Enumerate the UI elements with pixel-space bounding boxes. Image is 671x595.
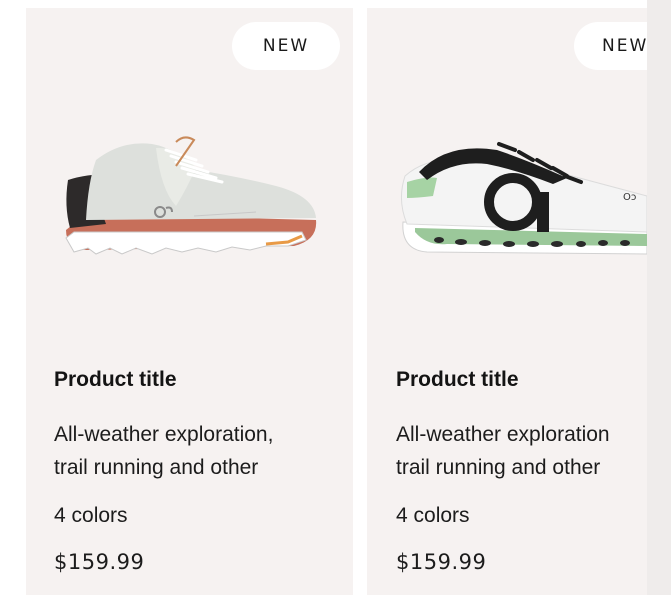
product-description-line: trail running and other (54, 456, 259, 479)
product-description-line: All-weather exploration (396, 423, 610, 446)
product-description: All-weather exploration trail running an… (396, 418, 610, 484)
new-badge: NEW (232, 22, 340, 70)
product-color-count: 4 colors (396, 504, 470, 527)
next-card-edge (647, 0, 671, 595)
new-badge: NEW (574, 22, 647, 70)
product-description: All-weather exploration, trail running a… (54, 418, 273, 484)
product-price: $159.99 (54, 550, 145, 574)
product-image-shoe-grey[interactable] (26, 120, 353, 270)
product-description-line: trail running and other (396, 456, 601, 479)
svg-text:Oɔ: Oɔ (623, 192, 636, 203)
product-price: $159.99 (396, 550, 487, 574)
product-title[interactable]: Product title (54, 368, 177, 392)
product-card[interactable]: NEW Product title All-weather exploratio… (26, 8, 353, 595)
product-description-line: All-weather exploration, (54, 423, 274, 446)
product-color-count: 4 colors (54, 504, 128, 527)
product-title[interactable]: Product title (396, 368, 519, 392)
product-image-shoe-white[interactable]: Oɔ (367, 120, 647, 270)
product-card[interactable]: NEW Oɔ Product title All-weather explora… (367, 8, 647, 595)
